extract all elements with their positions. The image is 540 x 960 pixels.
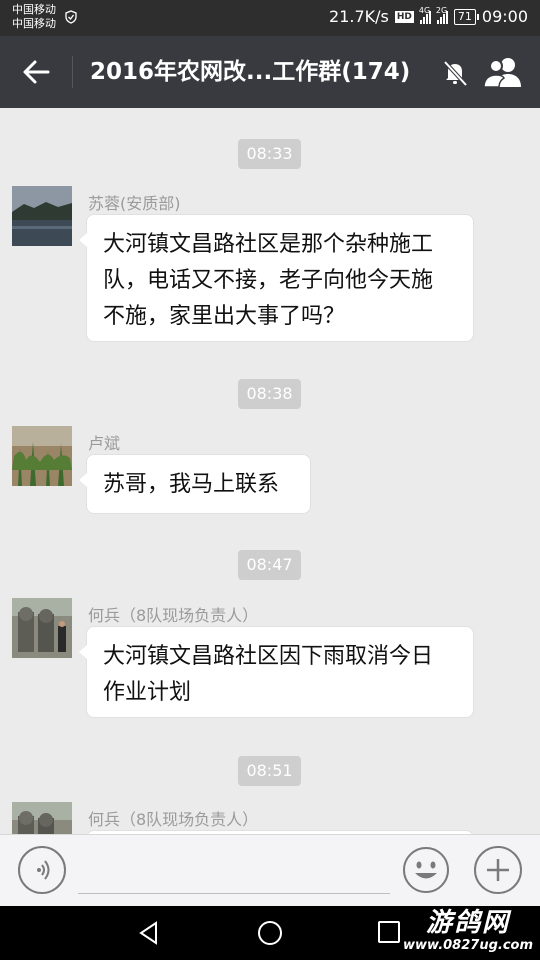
status-indicators: 21.7K/s HD 4G 2G 71 09:00 bbox=[329, 6, 528, 27]
avatar[interactable] bbox=[12, 426, 72, 486]
sender-name: 何兵（8队现场负责人） bbox=[88, 606, 259, 625]
timestamp: 08:38 bbox=[238, 379, 301, 409]
signal-icon-2: 2G bbox=[436, 6, 448, 24]
arrow-left-icon[interactable] bbox=[14, 50, 58, 94]
timestamp: 08:51 bbox=[238, 756, 301, 786]
avatar[interactable] bbox=[12, 186, 72, 246]
hd-badge: HD bbox=[394, 10, 414, 23]
battery-icon: 71 bbox=[453, 8, 479, 25]
avatar[interactable] bbox=[12, 802, 72, 834]
avatar[interactable] bbox=[12, 598, 72, 658]
timestamp: 08:47 bbox=[238, 550, 301, 580]
message-line: 大河镇文昌路社区因下雨取消今日 bbox=[103, 644, 434, 669]
message-line: 队，电话又不接，老子向他今天施 bbox=[103, 268, 434, 293]
message-line: 大河镇文昌路社区是那个杂种施工 bbox=[103, 232, 434, 257]
circle-home-icon[interactable] bbox=[257, 920, 283, 946]
status-bar: 中国移动 中国移动 21.7K/s HD 4G 2G 71 09:00 bbox=[0, 0, 540, 36]
header-divider bbox=[72, 56, 73, 88]
chat-header: 2016年农网改...工作群(174) bbox=[0, 36, 540, 108]
sender-name: 卢斌 bbox=[88, 434, 121, 453]
group-title: 2016年农网改...工作群(174) bbox=[90, 59, 411, 85]
triangle-back-icon[interactable] bbox=[136, 920, 162, 946]
sender-name: 苏蓉(安质部) bbox=[88, 194, 181, 213]
message-line: 苏哥，我马上联系 bbox=[103, 472, 280, 497]
signal-icon-1: 4G bbox=[419, 6, 431, 24]
voice-icon[interactable] bbox=[18, 846, 66, 894]
watermark: 游鸽网 www.0827ug.com bbox=[398, 908, 538, 958]
input-bar bbox=[0, 834, 540, 907]
carrier-info: 中国移动 中国移动 bbox=[12, 3, 56, 31]
message-line: 作业计划 bbox=[103, 680, 192, 705]
message-input[interactable] bbox=[78, 893, 390, 894]
square-recents-icon[interactable] bbox=[378, 921, 400, 943]
carrier-1: 中国移动 bbox=[12, 3, 56, 16]
bell-off-icon bbox=[443, 60, 468, 87]
message-bubble[interactable]: 大河镇文昌路社区因下雨取消今日 作业计划 bbox=[79, 626, 474, 718]
watermark-logo: 游鸽网 bbox=[425, 908, 510, 938]
message-line: 不施，家里出大事了吗？ bbox=[103, 304, 346, 329]
sender-name: 何兵（8队现场负责人） bbox=[88, 810, 259, 829]
carrier-2: 中国移动 bbox=[12, 17, 56, 30]
network-speed: 21.7K/s bbox=[329, 7, 389, 26]
system-nav-bar: 游鸽网 www.0827ug.com bbox=[0, 906, 540, 960]
group-people-icon[interactable] bbox=[482, 54, 526, 90]
chat-messages[interactable]: 08:33 苏蓉(安质部) 大河镇文昌路社区是那个杂种施工 队，电话又不接，老子… bbox=[0, 108, 540, 834]
plus-icon[interactable] bbox=[474, 846, 522, 894]
shield-icon bbox=[65, 10, 77, 24]
emoji-icon[interactable] bbox=[402, 846, 450, 894]
timestamp: 08:33 bbox=[238, 139, 301, 169]
message-bubble[interactable]: 大河镇文昌路社区是那个杂种施工 队，电话又不接，老子向他今天施 不施，家里出大事… bbox=[79, 214, 474, 342]
clock: 09:00 bbox=[481, 7, 528, 26]
message-bubble[interactable]: 苏哥，我马上联系 bbox=[79, 454, 311, 514]
watermark-url: www.0827ug.com bbox=[403, 938, 533, 953]
